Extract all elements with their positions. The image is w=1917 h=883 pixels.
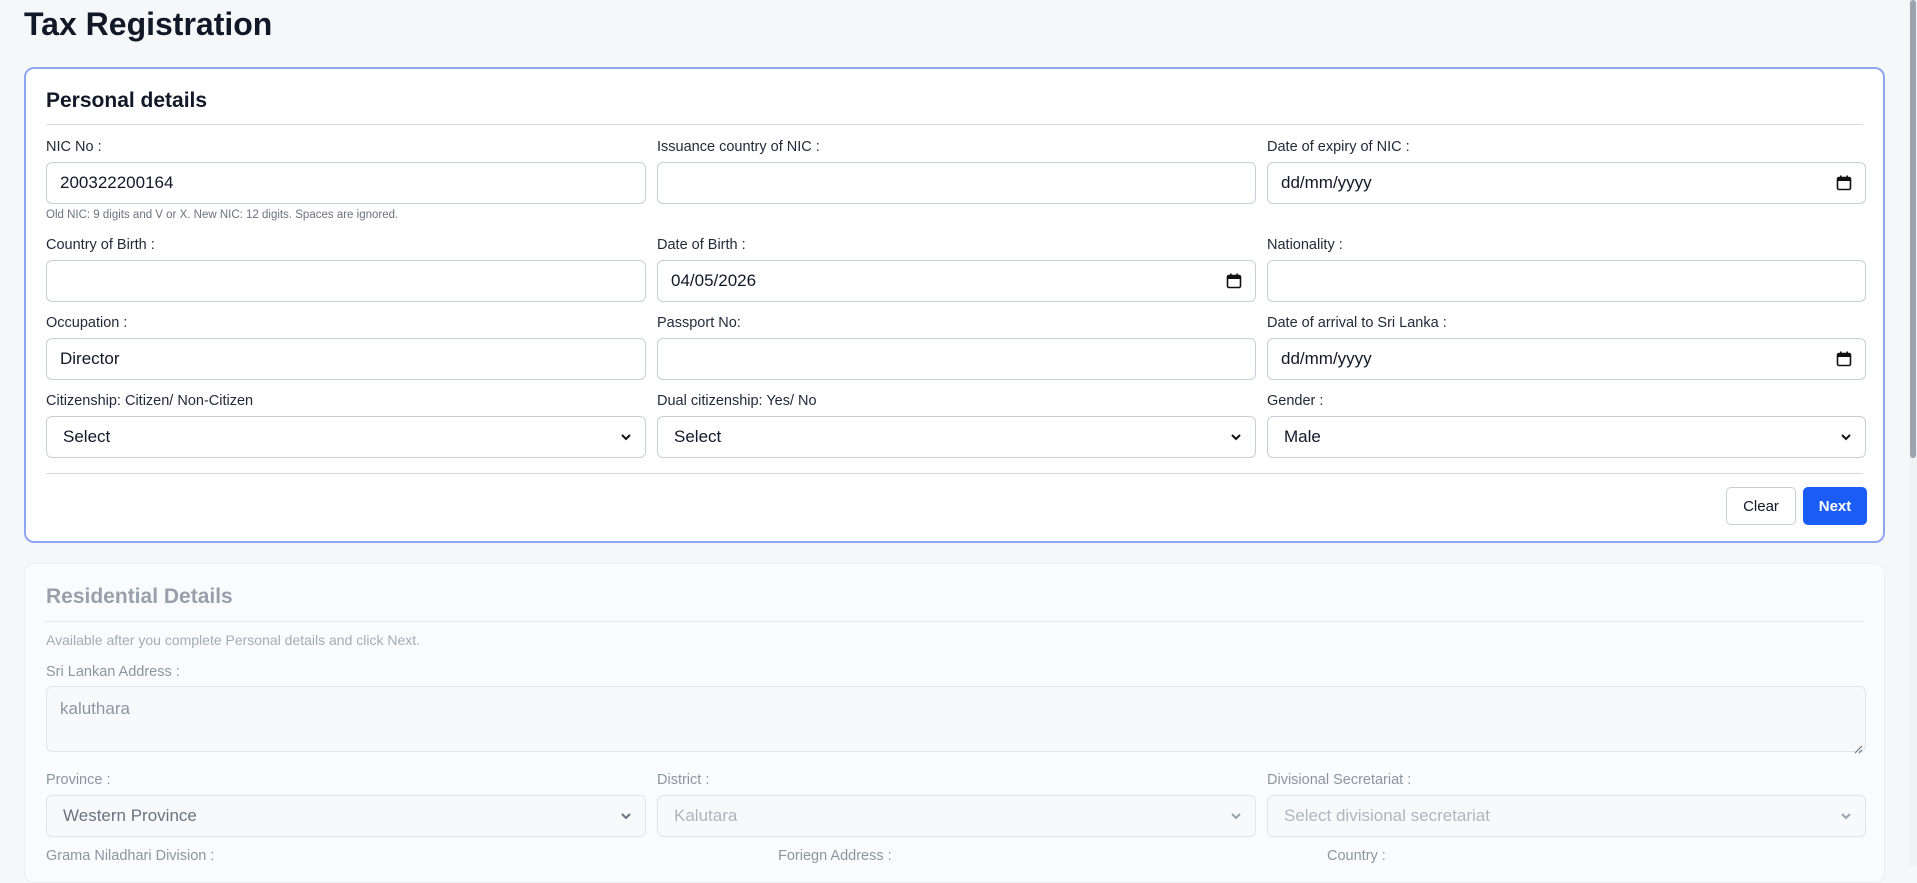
- chevron-down-icon: [1230, 431, 1242, 443]
- chevron-down-icon: [620, 431, 632, 443]
- passport-label: Passport No:: [657, 315, 741, 331]
- district-label: District :: [657, 772, 710, 788]
- nic-value: 200322200164: [60, 173, 174, 192]
- nic-expiry-date-input[interactable]: dd/mm/yyyy: [1267, 162, 1866, 204]
- next-button[interactable]: Next: [1803, 487, 1867, 525]
- nic-expiry-label: Date of expiry of NIC :: [1267, 139, 1410, 155]
- arrival-date-label: Date of arrival to Sri Lanka :: [1267, 315, 1447, 331]
- province-select[interactable]: Western Province: [46, 795, 646, 837]
- residential-details-card: Residential Details Available after you …: [24, 563, 1885, 883]
- foreign-address-label: Foriegn Address :: [778, 848, 892, 864]
- country-label: Country :: [1327, 848, 1386, 864]
- dual-citizenship-label: Dual citizenship: Yes/ No: [657, 393, 817, 409]
- scrollbar-thumb[interactable]: [1910, 0, 1916, 458]
- province-value: Western Province: [63, 806, 197, 825]
- page-title: Tax Registration: [24, 6, 273, 42]
- personal-details-title: Personal details: [46, 89, 208, 112]
- gender-label: Gender :: [1267, 393, 1324, 409]
- dob-label: Date of Birth :: [657, 237, 746, 253]
- nationality-label: Nationality :: [1267, 237, 1343, 253]
- occupation-value: Director: [60, 349, 120, 368]
- dob-date-input[interactable]: 04/05/2026: [657, 260, 1256, 302]
- gender-value: Male: [1284, 427, 1321, 446]
- nic-label: NIC No :: [46, 139, 102, 155]
- residential-details-title: Residential Details: [46, 585, 233, 608]
- address-label: Sri Lankan Address :: [46, 664, 180, 680]
- nic-input[interactable]: 200322200164: [46, 162, 646, 204]
- divisional-secretariat-label: Divisional Secretariat :: [1267, 772, 1412, 788]
- birth-country-input[interactable]: [46, 260, 646, 302]
- dob-value: 04/05/2026: [671, 271, 757, 290]
- address-value: kaluthara: [60, 699, 130, 718]
- divisional-secretariat-select[interactable]: Select divisional secretariat: [1267, 795, 1866, 837]
- dual-citizenship-value: Select: [674, 427, 722, 446]
- divider: [45, 621, 1864, 622]
- personal-details-card: Personal details NIC No : 200322200164 O…: [24, 67, 1885, 543]
- dual-citizenship-select[interactable]: Select: [657, 416, 1256, 458]
- gn-division-label: Grama Niladhari Division :: [46, 848, 215, 864]
- citizenship-label: Citizenship: Citizen/ Non-Citizen: [46, 393, 254, 409]
- divisional-secretariat-value: Select divisional secretariat: [1284, 806, 1490, 825]
- occupation-label: Occupation :: [46, 315, 128, 331]
- calendar-icon[interactable]: [1226, 273, 1242, 289]
- chevron-down-icon: [1840, 810, 1852, 822]
- issuance-country-label: Issuance country of NIC :: [657, 139, 820, 155]
- chevron-down-icon: [1840, 431, 1852, 443]
- issuance-country-input[interactable]: [657, 162, 1256, 204]
- passport-input[interactable]: [657, 338, 1256, 380]
- chevron-down-icon: [1230, 810, 1242, 822]
- citizenship-select[interactable]: Select: [46, 416, 646, 458]
- occupation-input[interactable]: Director: [46, 338, 646, 380]
- nic-hint: Old NIC: 9 digits and V or X. New NIC: 1…: [46, 209, 399, 221]
- nationality-input[interactable]: [1267, 260, 1866, 302]
- chevron-down-icon: [620, 810, 632, 822]
- district-value: Kalutara: [674, 806, 738, 825]
- province-label: Province :: [46, 772, 111, 788]
- arrival-date-input[interactable]: dd/mm/yyyy: [1267, 338, 1866, 380]
- resize-grip-icon[interactable]: [1853, 739, 1863, 754]
- divider: [46, 473, 1863, 474]
- nic-expiry-value: dd/mm/yyyy: [1281, 173, 1372, 192]
- divider: [46, 124, 1863, 125]
- arrival-date-value: dd/mm/yyyy: [1281, 349, 1372, 368]
- district-select[interactable]: Kalutara: [657, 795, 1256, 837]
- clear-button[interactable]: Clear: [1726, 487, 1796, 525]
- gender-select[interactable]: Male: [1267, 416, 1866, 458]
- calendar-icon[interactable]: [1836, 351, 1852, 367]
- birth-country-label: Country of Birth :: [46, 237, 155, 253]
- calendar-icon[interactable]: [1836, 175, 1852, 191]
- scrollbar-track[interactable]: [1909, 0, 1917, 865]
- citizenship-value: Select: [63, 427, 111, 446]
- residential-hint: Available after you complete Personal de…: [46, 632, 421, 648]
- address-textarea[interactable]: kaluthara: [46, 686, 1866, 754]
